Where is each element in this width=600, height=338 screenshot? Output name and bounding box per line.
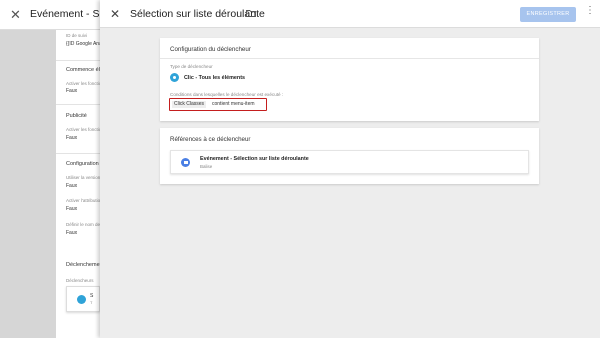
condition-variable: Click Classes <box>172 101 207 108</box>
triggers-label: Déclencheurs <box>66 278 94 283</box>
trigger-panel: ✕ Sélection sur liste déroulante ENREGIS… <box>100 0 600 338</box>
trigger-chip-title: S <box>90 293 94 299</box>
field-value: Faux <box>66 230 78 236</box>
tag-icon <box>181 158 190 167</box>
field-value: Faux <box>66 183 78 189</box>
field-label: Utiliser la version <box>66 175 101 180</box>
close-icon[interactable]: ✕ <box>110 7 120 21</box>
condition-row: Click Classes contient menu-item <box>169 98 267 111</box>
field-value: Faux <box>66 206 78 212</box>
click-trigger-icon <box>170 73 179 82</box>
trigger-type-label: Type de déclencheur <box>170 64 213 69</box>
references-card: Références à ce déclencheur Evénement - … <box>160 128 539 184</box>
section-configuration: Configuration <box>66 161 99 167</box>
field-value: Faux <box>66 88 78 94</box>
config-heading: Configuration du déclencheur <box>170 46 251 53</box>
reference-item[interactable]: Evénement - Sélection sur liste déroulan… <box>170 150 529 174</box>
triggers-heading: Déclencheme <box>66 262 100 268</box>
field-label: Activer l'attribution <box>66 198 103 203</box>
conditions-label: Conditions dans lesquelles le déclencheu… <box>170 92 284 97</box>
tracking-id-label: ID de suivi <box>66 33 88 38</box>
field-label: Définir le nom de <box>66 222 101 227</box>
field-value: Faux <box>66 135 78 141</box>
panel-header: ✕ Sélection sur liste déroulante ENREGIS… <box>100 0 600 28</box>
close-icon[interactable]: ✕ <box>10 7 21 23</box>
references-heading: Références à ce déclencheur <box>170 136 251 143</box>
trigger-config-card[interactable]: Configuration du déclencheur Type de déc… <box>160 38 539 121</box>
condition-operator-value: contient menu-item <box>212 101 255 107</box>
folder-icon[interactable] <box>246 10 256 17</box>
save-button[interactable]: ENREGISTRER <box>520 7 576 22</box>
reference-item-title: Evénement - Sélection sur liste déroulan… <box>200 156 309 162</box>
trigger-type-value: Clic - Tous les éléments <box>184 75 246 81</box>
trigger-chip[interactable]: S T <box>66 286 100 312</box>
trigger-icon <box>77 295 86 304</box>
reference-item-type: Balise <box>200 164 213 169</box>
more-vert-icon[interactable]: ⋮ <box>585 6 595 16</box>
section-publicite: Publicité <box>66 113 87 119</box>
trigger-chip-sub: T <box>90 300 93 305</box>
panel-title[interactable]: Sélection sur liste déroulante <box>130 8 265 20</box>
